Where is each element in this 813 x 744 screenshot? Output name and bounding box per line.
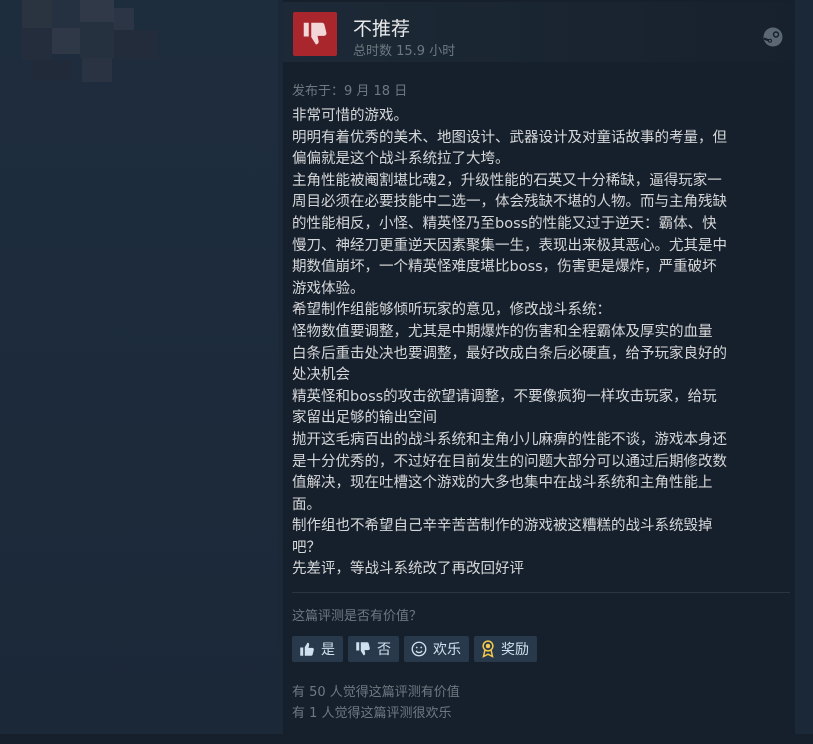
review-line: 抛开这毛病百出的战斗系统和主角小儿麻痹的性能不谈，游戏本身还 — [292, 431, 727, 448]
posted-date: 发布于：9 月 18 日 — [292, 84, 408, 99]
review-line: 精英怪和boss的攻击欲望请调整，不要像疯狗一样攻击玩家，给玩 — [292, 388, 717, 405]
review-line: 主角性能被阉割堪比魂2，升级性能的石英又十分稀缺，逼得玩家一 — [292, 172, 722, 189]
vote-buttons: 是 否 欢乐 奖励 — [292, 636, 537, 662]
award-label: 奖励 — [501, 642, 529, 658]
review-line: 慢刀、神经刀更重逆天因素聚集一生，表现出来极其恶心。尤其是中 — [292, 237, 727, 254]
review-line: 明明有着优秀的美术、地图设计、武器设计及对童话故事的考量，但 — [292, 129, 727, 146]
review-line: 是十分优秀的，不过好在目前发生的问题大部分可以通过后期修改数 — [292, 453, 727, 470]
funny-count: 有 1 人觉得这篇评测很欢乐 — [292, 706, 452, 721]
vote-funny-label: 欢乐 — [433, 642, 461, 658]
review-card: 不推荐 总时数 15.9 小时 发布于：9 月 18 日 非常可惜的游戏。 明明… — [283, 0, 795, 734]
playtime-hours: 总时数 15.9 小时 — [353, 44, 456, 59]
review-verdict: 不推荐 — [353, 18, 411, 40]
review-line: 白条后重击处决也要调整，最好改成白条后必硬直，给予玩家良好的 — [292, 345, 727, 362]
review-line: 吧？ — [292, 539, 321, 556]
thumbs-down-icon — [356, 642, 370, 656]
vote-no-button[interactable]: 否 — [348, 636, 399, 662]
review-line: 非常可惜的游戏。 — [292, 108, 408, 124]
review-line: 希望制作组能够倾听玩家的意见，修改战斗系统： — [292, 302, 611, 319]
review-body: 非常可惜的游戏。 明明有着优秀的美术、地图设计、武器设计及对童话故事的考量，但 … — [292, 106, 792, 581]
steam-icon — [763, 27, 783, 47]
not-recommended-badge — [293, 12, 337, 56]
review-line: 周目必须在必要技能中二选一，体会残缺不堪的人物。而与主角残缺 — [292, 194, 727, 211]
review-line: 先差评，等战斗系统改了再改回好评 — [292, 561, 524, 578]
review-line: 游戏体验。 — [292, 280, 365, 297]
helpful-question: 这篇评测是否有价值？ — [292, 609, 423, 624]
review-line: 怪物数值要调整，尤其是中期爆炸的伤害和全程霸体及厚实的血量 — [292, 323, 713, 340]
smiley-icon — [411, 641, 427, 657]
award-button[interactable]: 奖励 — [474, 636, 537, 662]
review-header[interactable]: 不推荐 总时数 15.9 小时 — [283, 2, 795, 62]
thumbs-up-icon — [300, 642, 314, 656]
review-line: 的性能相反，小怪、精英怪乃至boss的性能又过于逆天：霸体、快 — [292, 215, 717, 232]
review-line: 期数值崩坏，一个精英怪难度堪比boss，伤害更是爆炸，严重破坏 — [292, 259, 717, 276]
divider — [292, 592, 790, 593]
left-panel — [0, 0, 278, 744]
review-line: 偏偏就是这个战斗系统拉了大垮。 — [292, 151, 510, 168]
thumbs-down-icon — [303, 22, 327, 45]
blurred-avatar — [22, 0, 162, 86]
vote-yes-button[interactable]: 是 — [292, 636, 343, 662]
review-line: 处决机会 — [292, 367, 350, 384]
vote-funny-button[interactable]: 欢乐 — [404, 636, 469, 662]
award-ribbon-icon — [482, 640, 494, 658]
vote-no-label: 否 — [377, 642, 391, 658]
helpful-count: 有 50 人觉得这篇评测有价值 — [292, 685, 460, 700]
bottom-edge — [0, 734, 813, 744]
review-line: 面。 — [292, 496, 321, 513]
review-line: 制作组也不希望自己辛辛苦苦制作的游戏被这糟糕的战斗系统毁掉 — [292, 518, 713, 535]
review-line: 家留出足够的输出空间 — [292, 410, 437, 427]
review-line: 值解决，现在吐槽这个游戏的大多也集中在战斗系统和主角性能上 — [292, 475, 713, 492]
vote-yes-label: 是 — [321, 642, 335, 658]
